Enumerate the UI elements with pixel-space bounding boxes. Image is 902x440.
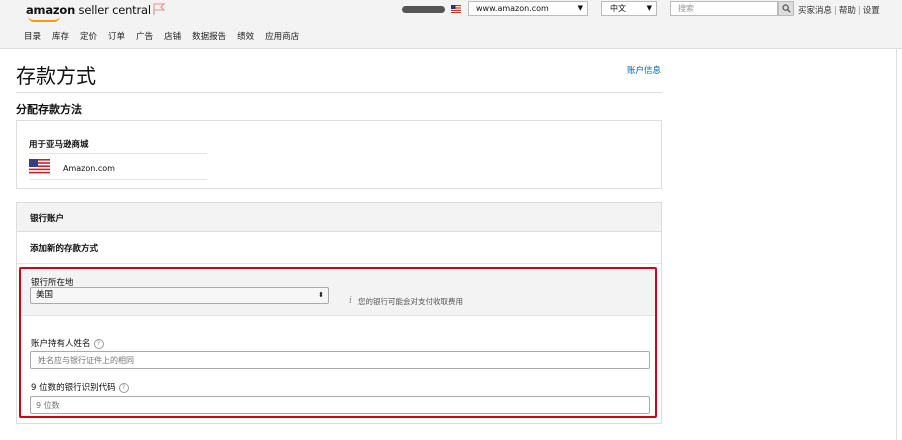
divider <box>29 153 207 154</box>
account-holder-input[interactable] <box>30 351 650 369</box>
account-holder-label: 账户持有人姓名? <box>31 337 104 349</box>
bank-account-header: 银行账户 <box>17 203 661 232</box>
fee-info-text: 您的银行可能会对支付收取费用 <box>358 297 463 306</box>
nav-item-stores[interactable]: 店铺 <box>164 32 181 42</box>
nav-item-reports[interactable]: 数据报告 <box>192 32 226 42</box>
help-icon[interactable]: ? <box>118 383 129 393</box>
top-header: amazon seller central www.amazon.com ▼ 中文… <box>0 0 902 49</box>
select-caret-icon: ▼ <box>577 4 583 12</box>
nav-item-appstore[interactable]: 应用商店 <box>265 32 299 42</box>
nav-item-advertising[interactable]: 广告 <box>136 32 153 42</box>
settings-link[interactable]: 设置 <box>863 6 880 16</box>
marketplace-panel: 用于亚马逊商城 Amazon.com <box>16 120 662 189</box>
info-icon: i <box>349 296 352 306</box>
routing-number-input[interactable] <box>30 396 650 414</box>
language-select[interactable]: 中文 ▼ <box>601 1 657 16</box>
highlighted-bank-form: 银行所在地 美国⬍ i 您的银行可能会对支付收取费用 账户持有人姓名? 9 位数… <box>19 267 657 418</box>
redacted-store-name <box>402 6 445 13</box>
routing-number-label: 9 位数的银行识别代码? <box>31 381 129 393</box>
link-separator: | <box>857 6 861 16</box>
us-flag-icon <box>451 5 461 13</box>
search-input[interactable]: 搜索 <box>670 1 778 16</box>
seller-central-logo[interactable]: amazon seller central <box>26 3 151 17</box>
divider <box>29 179 207 180</box>
link-separator: | <box>834 6 837 16</box>
title-divider <box>16 92 662 93</box>
nav-item-performance[interactable]: 绩效 <box>237 32 254 42</box>
marketplace-select[interactable]: www.amazon.com ▼ <box>468 1 588 16</box>
select-caret-icon: ▼ <box>646 4 652 12</box>
account-info-link[interactable]: 账户信息 <box>627 64 661 76</box>
page-title: 存款方式 <box>16 64 96 88</box>
section-title: 分配存款方法 <box>16 103 82 116</box>
marketplace-label: 用于亚马逊商城 <box>29 140 89 150</box>
divider <box>17 263 661 264</box>
divider <box>21 315 655 316</box>
bank-country-select[interactable]: 美国 ⬍ <box>30 287 329 304</box>
search-icon <box>782 4 791 13</box>
bank-location-section: 银行所在地 美国 ⬍ i 您的银行可能会对支付收取费用 <box>21 269 655 315</box>
page-edge-line <box>896 48 897 440</box>
help-icon[interactable]: ? <box>93 339 104 349</box>
nav-item-orders[interactable]: 订单 <box>108 32 125 42</box>
logo-smile-icon <box>28 16 60 22</box>
header-links: 买家消息 | 帮助 | 设置 <box>798 4 880 16</box>
flag-icon[interactable] <box>152 3 166 15</box>
nav-item-catalog[interactable]: 目录 <box>24 32 41 42</box>
updown-caret-icon: ⬍ <box>318 291 324 299</box>
buyer-messages-link[interactable]: 买家消息 <box>798 6 832 16</box>
marketplace-name: Amazon.com <box>63 164 115 173</box>
add-deposit-method-heading: 添加新的存款方式 <box>30 244 99 254</box>
main-nav: 目录 库存 定价 订单 广告 店铺 数据报告 绩效 应用商店 <box>24 30 310 42</box>
search-button[interactable] <box>778 1 794 16</box>
nav-item-inventory[interactable]: 库存 <box>52 32 69 42</box>
nav-item-pricing[interactable]: 定价 <box>80 32 97 42</box>
us-flag-icon <box>29 159 50 174</box>
help-link[interactable]: 帮助 <box>839 6 856 16</box>
